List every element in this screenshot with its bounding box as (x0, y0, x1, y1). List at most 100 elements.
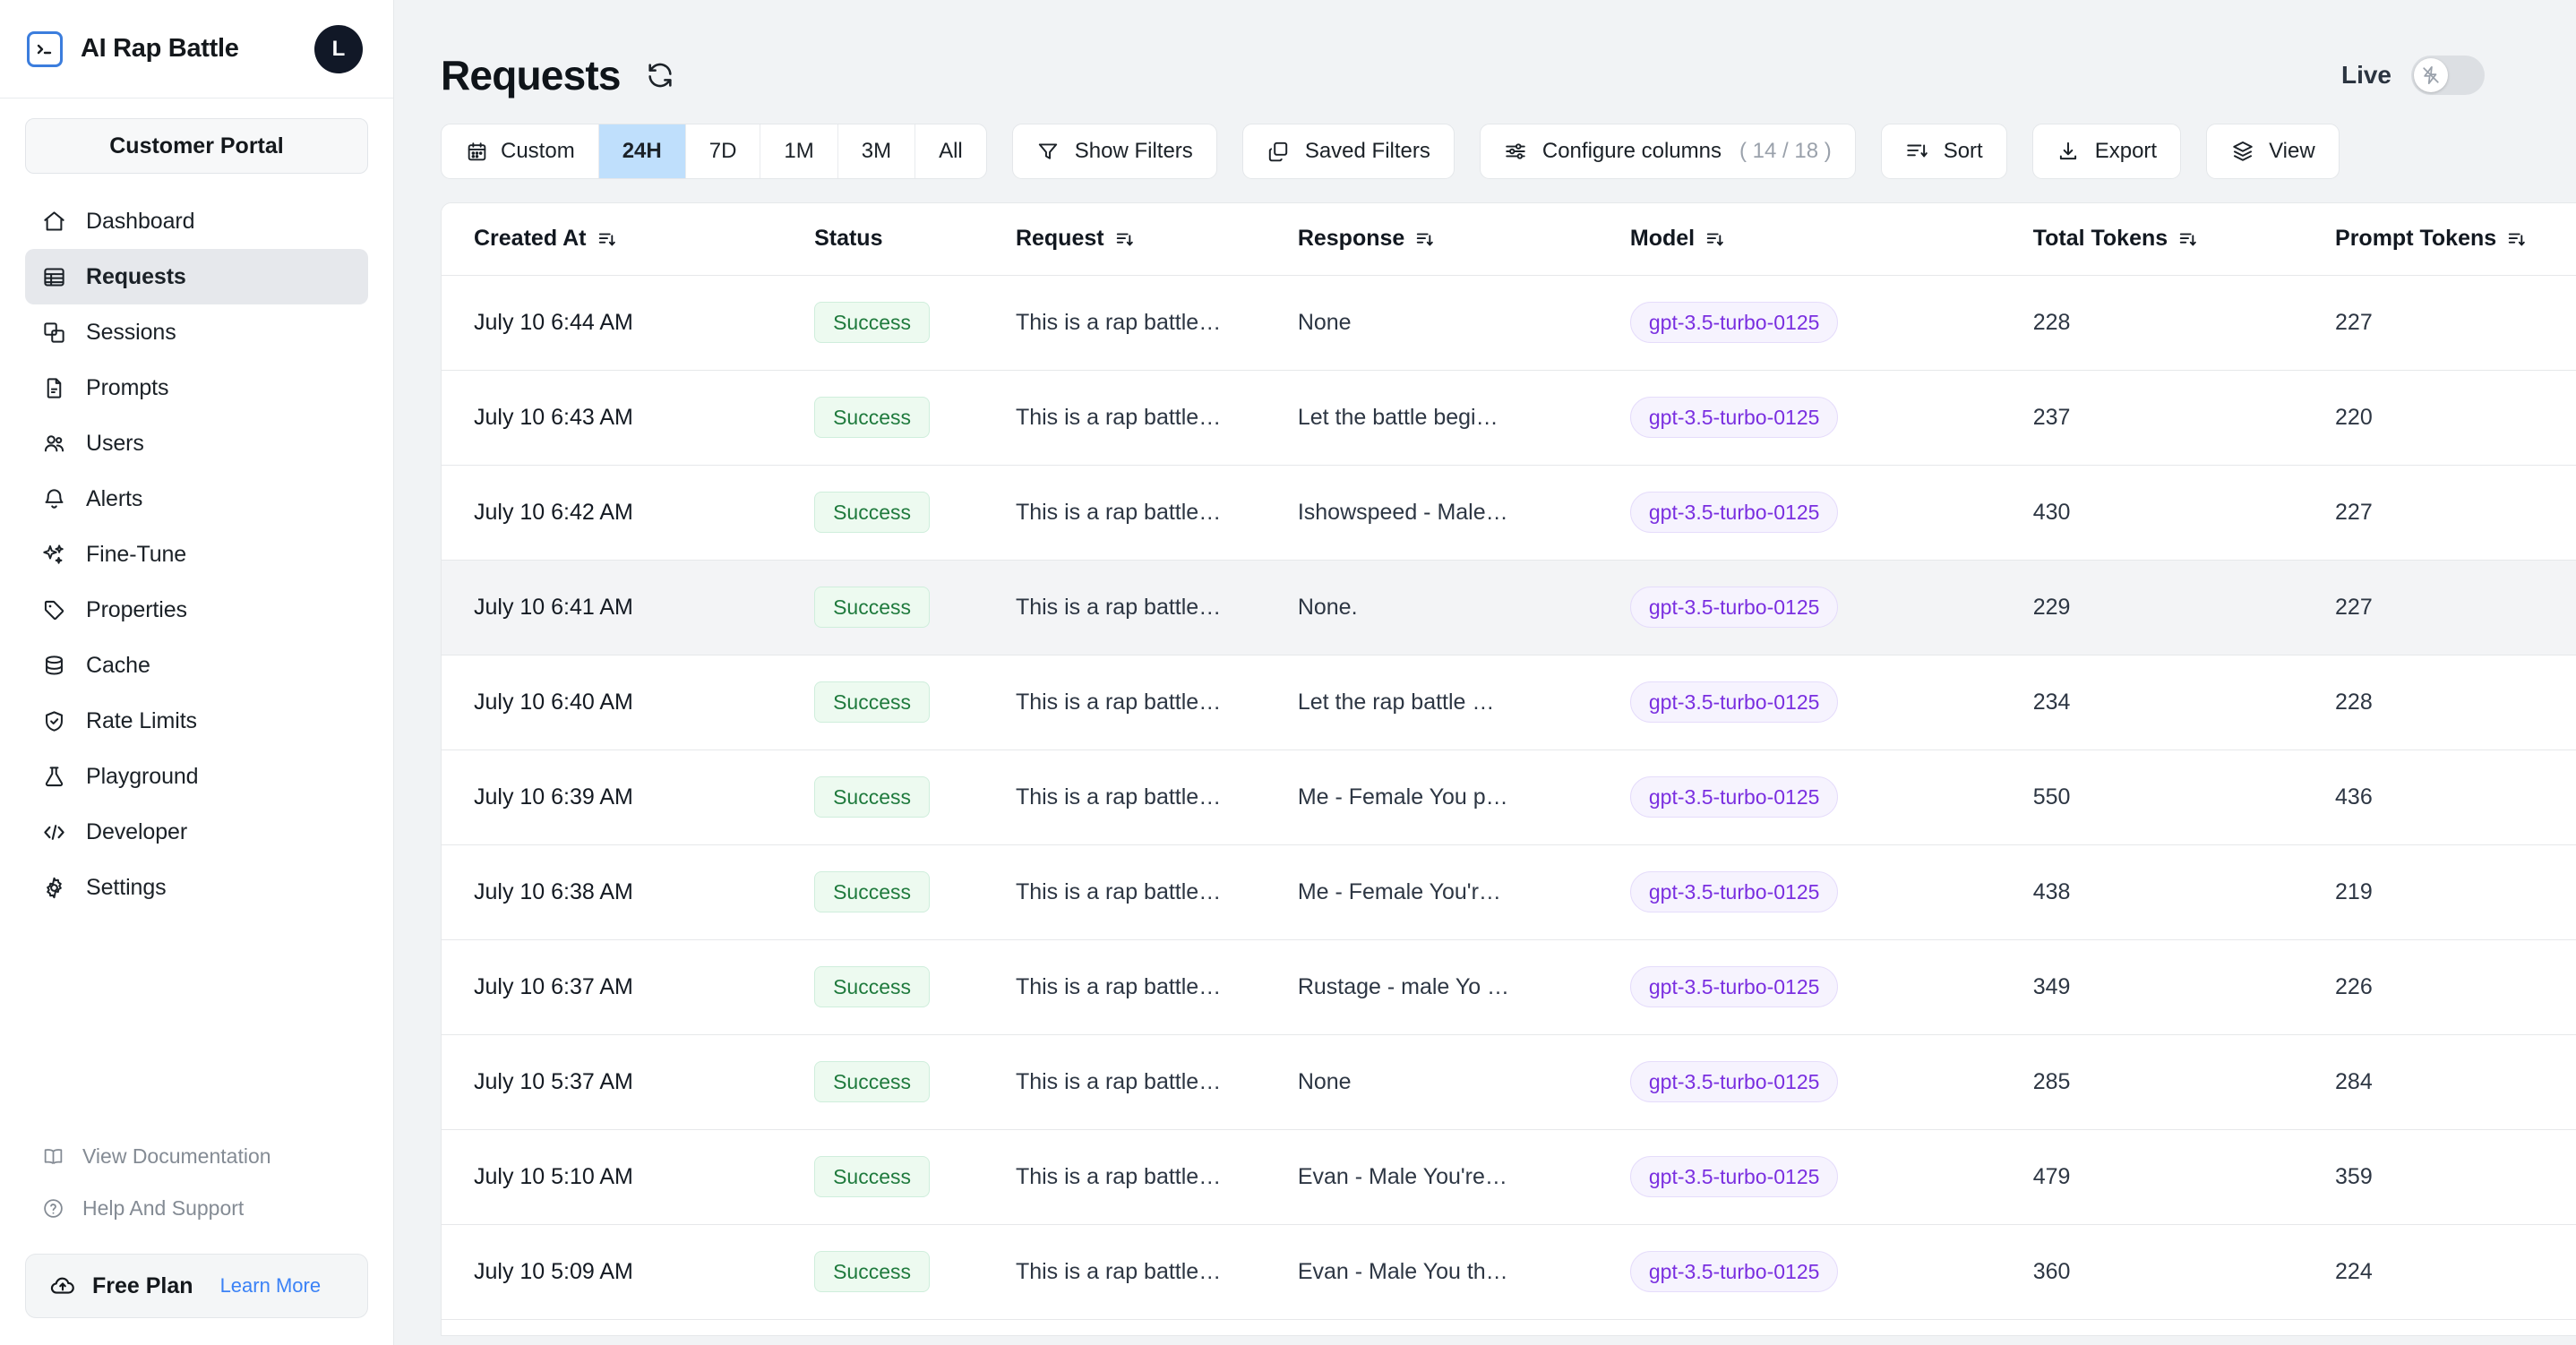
cell-response: None. (1297, 560, 1630, 655)
sidebar-item-label: Playground (86, 763, 199, 789)
plan-card[interactable]: Free Plan Learn More (25, 1254, 368, 1318)
status-badge: Success (814, 1061, 930, 1102)
column-header-total-tokens[interactable]: Total Tokens (2032, 203, 2336, 276)
sidebar-item-label: Cache (86, 652, 150, 678)
sort-desc-icon[interactable] (1415, 229, 1435, 249)
sidebar-item-properties[interactable]: Properties (25, 582, 368, 638)
sidebar-item-sessions[interactable]: Sessions (25, 304, 368, 360)
sidebar-item-dashboard[interactable]: Dashboard (25, 193, 368, 249)
configure-columns-button[interactable]: Configure columns ( 14 / 18 ) (1479, 124, 1856, 179)
table-row[interactable]: July 10 6:43 AM Success This is a rap ba… (442, 370, 2576, 466)
column-header-model[interactable]: Model (1629, 203, 2033, 276)
timeframe-segmented-control: Custom 24H 7D 1M 3M All (441, 124, 987, 179)
sidebar-header: AI Rap Battle L (0, 0, 393, 99)
cell-request: This is a rap battle… (1015, 370, 1298, 466)
timeframe-custom[interactable]: Custom (442, 124, 599, 178)
cell-status: Success (814, 275, 1016, 371)
cell-model: gpt-3.5-turbo-0125 (1629, 275, 2033, 371)
question-circle-icon (41, 1196, 64, 1220)
sidebar-item-label: Developer (86, 818, 188, 844)
cell-created-at: July 10 6:42 AM (442, 465, 815, 561)
column-label: Request (1015, 226, 1104, 252)
timeframe-3m[interactable]: 3M (838, 124, 916, 178)
timeframe-7d[interactable]: 7D (686, 124, 761, 178)
saved-filters-button[interactable]: Saved Filters (1241, 124, 1455, 179)
sidebar-item-rate-limits[interactable]: Rate Limits (25, 693, 368, 749)
table-row[interactable]: July 10 6:41 AM Success This is a rap ba… (442, 560, 2576, 655)
sidebar-item-settings[interactable]: Settings (25, 860, 368, 915)
refresh-icon[interactable] (642, 57, 678, 93)
export-button[interactable]: Export (2031, 124, 2182, 179)
sort-desc-icon[interactable] (2178, 229, 2198, 249)
cell-status: Success (814, 655, 1016, 750)
cell-request: This is a rap battle… (1015, 560, 1298, 655)
table-row[interactable]: July 10 5:09 AM Success This is a rap ba… (442, 1224, 2576, 1320)
cell-created-at: July 10 5:10 AM (442, 1129, 815, 1225)
table-row[interactable]: July 10 6:38 AM Success This is a rap ba… (442, 844, 2576, 940)
table-row[interactable]: July 10 6:42 AM Success This is a rap ba… (442, 465, 2576, 561)
cell-created-at: July 10 6:38 AM (442, 844, 815, 940)
sidebar-item-fine-tune[interactable]: Fine-Tune (25, 527, 368, 582)
status-badge: Success (814, 587, 930, 628)
status-badge: Success (814, 492, 930, 533)
column-label: Response (1297, 226, 1405, 252)
cell-response: Me - Female You p… (1297, 750, 1630, 845)
table-row[interactable]: July 10 6:40 AM Success This is a rap ba… (442, 655, 2576, 750)
cell-total-tokens: 234 (2032, 655, 2336, 750)
timeframe-24h[interactable]: 24H (598, 124, 686, 178)
sort-desc-icon[interactable] (1115, 229, 1135, 249)
timeframe-1m[interactable]: 1M (760, 124, 838, 178)
sort-desc-icon[interactable] (1705, 229, 1725, 249)
table-row[interactable]: July 10 5:10 AM Success This is a rap ba… (442, 1129, 2576, 1225)
gear-icon (41, 875, 66, 900)
view-button[interactable]: View (2206, 124, 2340, 179)
database-icon (41, 653, 66, 678)
cell-prompt-tokens: 359 (2335, 1129, 2576, 1225)
sort-desc-icon[interactable] (597, 229, 617, 249)
help-and-support-link[interactable]: Help And Support (25, 1182, 368, 1234)
learn-more-link[interactable]: Learn More (220, 1274, 322, 1298)
cell-model: gpt-3.5-turbo-0125 (1629, 1034, 2033, 1130)
sort-desc-icon[interactable] (2507, 229, 2527, 249)
cell-response: Evan - Male You're… (1297, 1129, 1630, 1225)
sidebar-item-label: Sessions (86, 319, 176, 345)
timeframe-all[interactable]: All (915, 124, 986, 178)
sort-button[interactable]: Sort (1880, 124, 2007, 179)
cell-total-tokens: 438 (2032, 844, 2336, 940)
cell-status: Success (814, 939, 1016, 1035)
column-header-response[interactable]: Response (1297, 203, 1630, 276)
show-filters-button[interactable]: Show Filters (1011, 124, 1217, 179)
sidebar-item-developer[interactable]: Developer (25, 804, 368, 860)
cell-total-tokens: 430 (2032, 465, 2336, 561)
table-row[interactable]: July 10 6:39 AM Success This is a rap ba… (442, 750, 2576, 845)
cell-request: This is a rap battle… (1015, 844, 1298, 940)
cell-request: This is a rap battle… (1015, 465, 1298, 561)
cell-prompt-tokens: 226 (2335, 939, 2576, 1035)
sidebar-item-prompts[interactable]: Prompts (25, 360, 368, 415)
column-header-created-at[interactable]: Created At (442, 203, 815, 276)
sidebar-item-users[interactable]: Users (25, 415, 368, 471)
column-header-request[interactable]: Request (1015, 203, 1298, 276)
model-badge: gpt-3.5-turbo-0125 (1629, 681, 1839, 723)
cell-status: Success (814, 844, 1016, 940)
view-documentation-link[interactable]: View Documentation (25, 1130, 368, 1182)
customer-portal-button[interactable]: Customer Portal (25, 118, 368, 174)
cell-total-tokens: 479 (2032, 1129, 2336, 1225)
table-row[interactable]: July 10 6:37 AM Success This is a rap ba… (442, 939, 2576, 1035)
cell-created-at: July 10 6:39 AM (442, 750, 815, 845)
avatar[interactable]: L (314, 24, 363, 73)
column-header-prompt-tokens[interactable]: Prompt Tokens (2335, 203, 2576, 276)
sidebar-item-requests[interactable]: Requests (25, 249, 368, 304)
sidebar-item-label: Alerts (86, 485, 143, 511)
cell-request: This is a rap battle… (1015, 1129, 1298, 1225)
live-toggle[interactable] (2411, 56, 2485, 95)
bell-icon (41, 486, 66, 511)
table-row[interactable]: July 10 5:37 AM Success This is a rap ba… (442, 1034, 2576, 1130)
sidebar-item-playground[interactable]: Playground (25, 749, 368, 804)
sidebar-item-alerts[interactable]: Alerts (25, 471, 368, 527)
table-row[interactable]: July 10 6:44 AM Success This is a rap ba… (442, 275, 2576, 371)
book-icon (41, 1144, 64, 1168)
page-header: Requests Live (394, 0, 2576, 107)
sidebar-item-cache[interactable]: Cache (25, 638, 368, 693)
column-header-status[interactable]: Status (814, 203, 1016, 276)
